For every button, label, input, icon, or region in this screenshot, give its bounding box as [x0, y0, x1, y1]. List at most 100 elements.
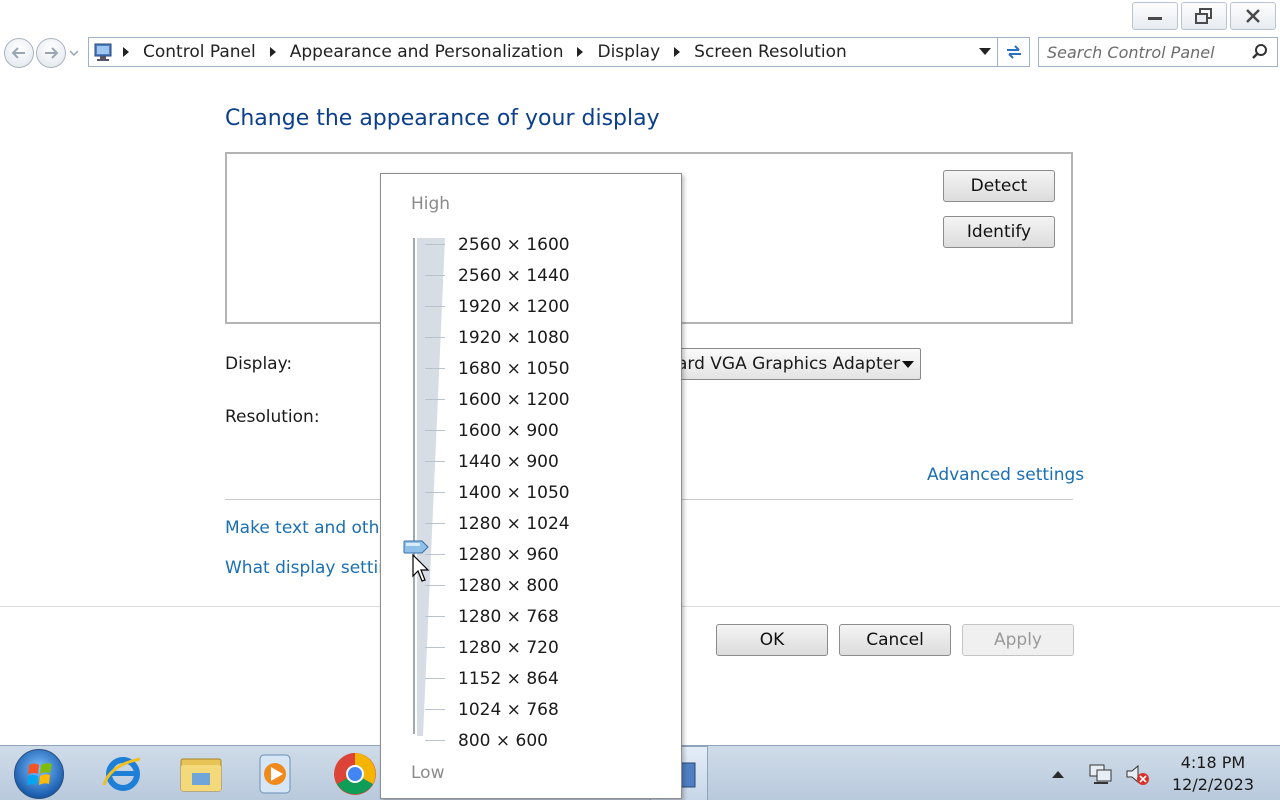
- resolution-option[interactable]: 800 × 600: [381, 725, 681, 756]
- slider-tick: [425, 647, 445, 648]
- resolution-option-label: 1152 × 864: [458, 668, 559, 689]
- resolution-option-label: 1280 × 720: [458, 637, 559, 658]
- resolution-option[interactable]: 1600 × 900: [381, 415, 681, 446]
- resolution-option[interactable]: 2560 × 1600: [381, 229, 681, 260]
- display-settings-help-link[interactable]: What display setting: [225, 558, 400, 578]
- resolution-option-label: 1440 × 900: [458, 451, 559, 472]
- resolution-option[interactable]: 1024 × 768: [381, 694, 681, 725]
- caption-buttons: [1129, 2, 1276, 30]
- breadcrumb: Control Panel Appearance and Personaliza…: [123, 42, 847, 62]
- system-clock[interactable]: 4:18 PM 12/2/2023: [1172, 752, 1254, 796]
- internet-explorer-icon[interactable]: [100, 751, 146, 797]
- detect-button[interactable]: Detect: [943, 170, 1055, 202]
- slider-tick: [425, 306, 445, 307]
- resolution-option-label: 1600 × 1200: [458, 389, 570, 410]
- chevron-down-icon: [69, 50, 79, 56]
- resolution-option[interactable]: 1280 × 768: [381, 601, 681, 632]
- refresh-button[interactable]: [998, 37, 1030, 67]
- breadcrumb-display[interactable]: Display: [597, 42, 660, 62]
- chevron-down-icon: [979, 48, 991, 55]
- identify-button[interactable]: Identify: [943, 216, 1055, 248]
- resolution-option-label: 1280 × 768: [458, 606, 559, 627]
- slider-tick: [425, 399, 445, 400]
- minimize-button[interactable]: [1132, 2, 1178, 30]
- forward-button[interactable]: [36, 38, 66, 68]
- resolution-option[interactable]: 1400 × 1050: [381, 477, 681, 508]
- resolution-option-label: 1280 × 960: [458, 544, 559, 565]
- resolution-option-label: 800 × 600: [458, 730, 548, 751]
- breadcrumb-control-panel[interactable]: Control Panel: [143, 42, 256, 62]
- recent-pages-dropdown[interactable]: [68, 38, 80, 68]
- resolution-option[interactable]: 1920 × 1200: [381, 291, 681, 322]
- cancel-button[interactable]: Cancel: [839, 624, 951, 656]
- text-size-link[interactable]: Make text and other: [225, 518, 397, 538]
- chrome-icon[interactable]: [332, 751, 378, 797]
- slider-low-label: Low: [411, 763, 445, 783]
- slider-tick: [425, 523, 445, 524]
- page-title: Change the appearance of your display: [225, 106, 660, 131]
- restore-button[interactable]: [1181, 2, 1227, 30]
- resolution-option-label: 1920 × 1200: [458, 296, 570, 317]
- display-label: Display:: [225, 354, 293, 374]
- slider-tick: [425, 244, 445, 245]
- resolution-option-label: 1024 × 768: [458, 699, 559, 720]
- back-button[interactable]: [4, 38, 34, 68]
- start-button[interactable]: [14, 749, 64, 799]
- slider-tick: [425, 430, 445, 431]
- slider-tick: [425, 368, 445, 369]
- slider-tick: [425, 740, 445, 741]
- resolution-option[interactable]: 1920 × 1080: [381, 322, 681, 353]
- back-arrow-icon: [11, 47, 25, 59]
- resolution-option[interactable]: 1152 × 864: [381, 663, 681, 694]
- resolution-option-label: 1280 × 800: [458, 575, 559, 596]
- title-bar: [0, 0, 1280, 36]
- file-explorer-icon[interactable]: [178, 751, 224, 797]
- resolution-option[interactable]: 1680 × 1050: [381, 353, 681, 384]
- slider-tick: [425, 678, 445, 679]
- slider-tick: [425, 461, 445, 462]
- close-icon: [1246, 9, 1260, 23]
- show-hidden-icons-icon[interactable]: [1050, 768, 1066, 780]
- close-button[interactable]: [1230, 2, 1276, 30]
- resolution-option[interactable]: 1600 × 1200: [381, 384, 681, 415]
- resolution-option-label: 1920 × 1080: [458, 327, 570, 348]
- breadcrumb-appearance[interactable]: Appearance and Personalization: [290, 42, 564, 62]
- resolution-dropdown[interactable]: High 2560 × 1600 2560 × 1440 1920 × 1200…: [380, 173, 682, 799]
- clock-time: 4:18 PM: [1180, 753, 1246, 772]
- breadcrumb-arrow-icon[interactable]: [674, 47, 681, 57]
- internet-explorer-icon-glyph: [102, 757, 141, 791]
- breadcrumb-arrow-icon[interactable]: [577, 47, 584, 57]
- resolution-option[interactable]: 2560 × 1440: [381, 260, 681, 291]
- clock-date: 12/2/2023: [1171, 775, 1254, 794]
- media-player-icon[interactable]: [252, 751, 298, 797]
- breadcrumb-arrow-icon[interactable]: [269, 47, 276, 57]
- resolution-option-label: 1680 × 1050: [458, 358, 570, 379]
- address-history-dropdown[interactable]: [973, 38, 997, 66]
- resolution-option-label: 2560 × 1600: [458, 234, 570, 255]
- resolution-option-label: 2560 × 1440: [458, 265, 570, 286]
- advanced-settings-link[interactable]: Advanced settings: [927, 465, 1084, 485]
- resolution-option[interactable]: 1280 × 1024: [381, 508, 681, 539]
- resolution-option[interactable]: 1440 × 900: [381, 446, 681, 477]
- breadcrumb-screen-resolution[interactable]: Screen Resolution: [694, 42, 847, 62]
- address-bar[interactable]: Control Panel Appearance and Personaliza…: [88, 37, 998, 67]
- volume-muted-icon[interactable]: [1124, 762, 1150, 786]
- display-select[interactable]: ard VGA Graphics Adapter: [660, 348, 921, 380]
- minimize-icon: [1148, 17, 1162, 20]
- search-input[interactable]: [1047, 42, 1247, 62]
- slider-tick: [425, 492, 445, 493]
- search-icon[interactable]: [1251, 43, 1269, 61]
- chevron-down-icon: [902, 361, 914, 368]
- resolution-option[interactable]: 1280 × 720: [381, 632, 681, 663]
- chrome-icon-glyph: [334, 753, 376, 795]
- navigation-bar: Control Panel Appearance and Personaliza…: [0, 36, 1280, 70]
- slider-tick: [425, 709, 445, 710]
- nav-buttons: [4, 38, 80, 68]
- resolution-option-label: 1600 × 900: [458, 420, 559, 441]
- refresh-icon: [1006, 45, 1021, 59]
- network-icon[interactable]: [1088, 762, 1114, 786]
- system-tray: [1050, 746, 1150, 800]
- slider-thumb[interactable]: [403, 540, 429, 554]
- breadcrumb-arrow-icon[interactable]: [123, 47, 129, 57]
- ok-button[interactable]: OK: [716, 624, 828, 656]
